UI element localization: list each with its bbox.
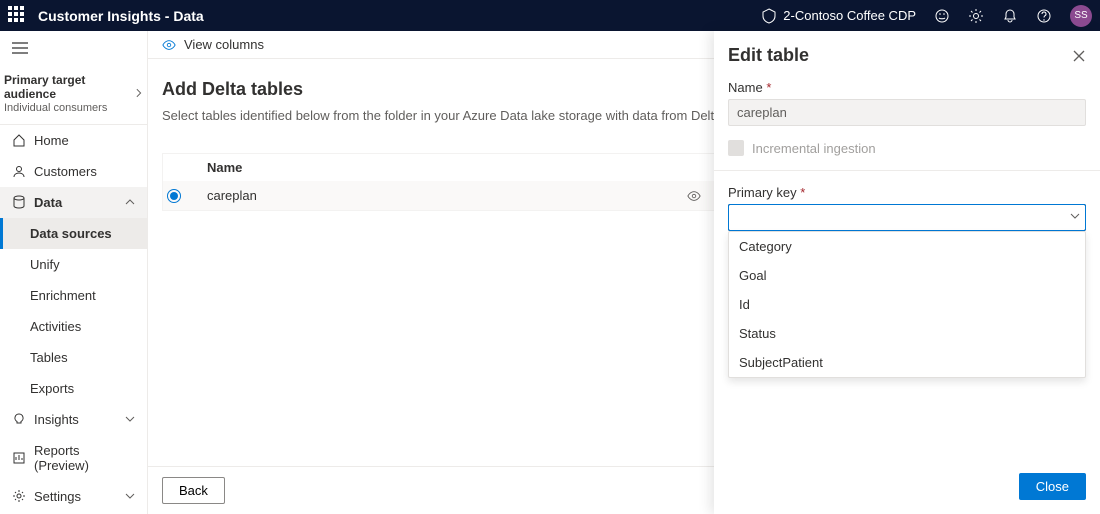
nav-insights[interactable]: Insights [0,404,147,435]
nav-collapse-button[interactable] [0,31,147,67]
chevron-down-icon [125,414,135,424]
nav-customers[interactable]: Customers [0,156,147,187]
insights-icon [12,412,26,426]
nav-enrichment[interactable]: Enrichment [0,280,147,311]
nav-tables[interactable]: Tables [0,342,147,373]
gear-icon[interactable] [968,8,984,24]
eye-icon [162,38,176,52]
environment-name: 2-Contoso Coffee CDP [783,8,916,23]
primary-key-combobox[interactable] [728,204,1086,231]
chevron-down-icon [125,491,135,501]
primary-key-dropdown: Category Goal Id Status SubjectPatient [728,231,1086,378]
nav-reports[interactable]: Reports (Preview) [0,435,147,481]
environment-icon [761,8,777,24]
back-button[interactable]: Back [162,477,225,504]
nav-settings[interactable]: Settings [0,481,147,512]
data-icon [12,195,26,209]
audience-title: Primary target audience [4,73,134,102]
preview-icon[interactable] [687,189,701,203]
left-nav: Primary target audience Individual consu… [0,31,148,514]
close-button[interactable]: Close [1019,473,1086,500]
col-header-name: Name [207,160,731,175]
avatar[interactable]: SS [1070,5,1092,27]
edit-table-panel: Edit table Name * Incremental ingestion … [714,31,1100,514]
customers-icon [12,164,26,178]
audience-subtitle: Individual consumers [4,102,134,114]
view-columns-button[interactable]: View columns [184,37,264,52]
dropdown-option[interactable]: Id [729,290,1085,319]
name-field-label: Name * [728,80,1086,95]
nav-exports[interactable]: Exports [0,373,147,404]
app-header: Customer Insights - Data 2-Contoso Coffe… [0,0,1100,31]
row-select-radio[interactable] [167,189,181,203]
nav-data-sources[interactable]: Data sources [0,218,147,249]
panel-title: Edit table [728,45,809,66]
reports-icon [12,451,26,465]
home-icon [12,133,26,147]
audience-picker[interactable]: Primary target audience Individual consu… [0,67,147,125]
settings-icon [12,489,26,503]
incremental-checkbox [728,140,744,156]
app-launcher-icon[interactable] [8,6,28,26]
incremental-label: Incremental ingestion [752,141,876,156]
chevron-right-icon [134,88,143,98]
name-field [728,99,1086,126]
row-name: careplan [207,188,257,203]
chevron-up-icon [125,197,135,207]
app-title: Customer Insights - Data [38,8,204,24]
close-icon[interactable] [1072,49,1086,63]
dropdown-option[interactable]: Goal [729,261,1085,290]
nav-data[interactable]: Data [0,187,147,218]
dropdown-option[interactable]: SubjectPatient [729,348,1085,377]
environment-picker[interactable]: 2-Contoso Coffee CDP [761,8,916,24]
nav-unify[interactable]: Unify [0,249,147,280]
bell-icon[interactable] [1002,8,1018,24]
dropdown-option[interactable]: Status [729,319,1085,348]
smiley-icon[interactable] [934,8,950,24]
dropdown-option[interactable]: Category [729,232,1085,261]
nav-activities[interactable]: Activities [0,311,147,342]
primary-key-label: Primary key * [728,185,1086,200]
help-icon[interactable] [1036,8,1052,24]
nav-home[interactable]: Home [0,125,147,156]
